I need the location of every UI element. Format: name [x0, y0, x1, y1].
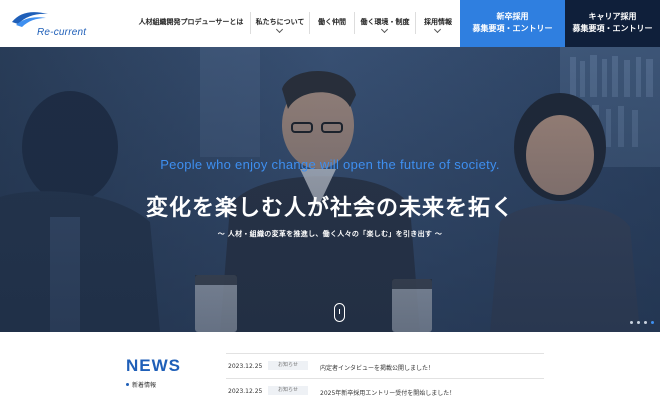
- chevron-down-icon: [380, 25, 389, 34]
- news-heading: NEWS: [126, 356, 181, 375]
- hero-section: People who enjoy change will open the fu…: [0, 47, 660, 332]
- logo-wave-icon: [12, 12, 48, 27]
- hero-subline: ～ 人材・組織の変革を推進し、働く人々の「楽しむ」を引き出す ～: [217, 230, 443, 238]
- cta-line: 募集要項・エントリー: [472, 24, 553, 33]
- logo-text: Re-current: [37, 27, 87, 38]
- nav-item-environment[interactable]: 働く環境・制度: [355, 0, 415, 47]
- slider-dot-active[interactable]: [651, 321, 654, 324]
- news-item[interactable]: 2023.12.25 お知らせ 内定者インタビューを掲載公開しました！: [226, 353, 544, 378]
- news-tag: お知らせ: [268, 386, 308, 395]
- slider-dot[interactable]: [630, 321, 633, 324]
- slider-dot[interactable]: [637, 321, 640, 324]
- chevron-down-icon: [433, 25, 442, 34]
- news-category-link[interactable]: 新着情報: [126, 380, 156, 389]
- cta-line: キャリア採用: [588, 12, 637, 21]
- news-text: 内定者インタビューを掲載公開しました！: [320, 365, 435, 372]
- news-date: 2023.12.25: [228, 388, 263, 395]
- nav-item-label: 人材組織開発プロデューサーとは: [138, 18, 244, 26]
- hero-headline: 変化を楽しむ人が社会の未来を拓く: [145, 196, 514, 221]
- scroll-indicator-icon[interactable]: [334, 303, 345, 322]
- nav-item-about[interactable]: 私たちについて: [251, 0, 309, 47]
- chevron-down-icon: [275, 25, 284, 34]
- nav-item-producer[interactable]: 人材組織開発プロデューサーとは: [132, 0, 250, 47]
- nav-item-recruit[interactable]: 採用情報: [416, 0, 460, 47]
- cta-line: 募集要項・エントリー: [572, 24, 653, 33]
- news-category-label: 新着情報: [132, 382, 157, 389]
- nav-item-members[interactable]: 働く仲間: [310, 0, 354, 47]
- main-nav: 人材組織開発プロデューサーとは 私たちについて 働く仲間 働く環境・制度 採用情…: [132, 0, 460, 47]
- site-header: Re-current 人材組織開発プロデューサーとは 私たちについて 働く仲間 …: [0, 0, 660, 47]
- logo[interactable]: Re-current: [10, 8, 90, 38]
- news-item[interactable]: 2023.12.25 お知らせ 2025年新卒採用エントリー受付を開始しました！: [226, 378, 544, 400]
- new-grad-entry-button[interactable]: 新卒採用 募集要項・エントリー: [460, 0, 565, 47]
- news-text: 2025年新卒採用エントリー受付を開始しました！: [320, 390, 456, 397]
- career-entry-button[interactable]: キャリア採用 募集要項・エントリー: [565, 0, 660, 47]
- news-date: 2023.12.25: [228, 363, 263, 370]
- bullet-icon: [126, 383, 129, 386]
- news-list: 2023.12.25 お知らせ 内定者インタビューを掲載公開しました！ 2023…: [226, 353, 544, 400]
- slider-pagination: [630, 321, 654, 324]
- cta-line: 新卒採用: [496, 12, 529, 21]
- news-tag: お知らせ: [268, 361, 308, 370]
- hero-tagline-en: People who enjoy change will open the fu…: [160, 157, 500, 172]
- slider-dot[interactable]: [644, 321, 647, 324]
- nav-item-label: 働く仲間: [318, 18, 346, 26]
